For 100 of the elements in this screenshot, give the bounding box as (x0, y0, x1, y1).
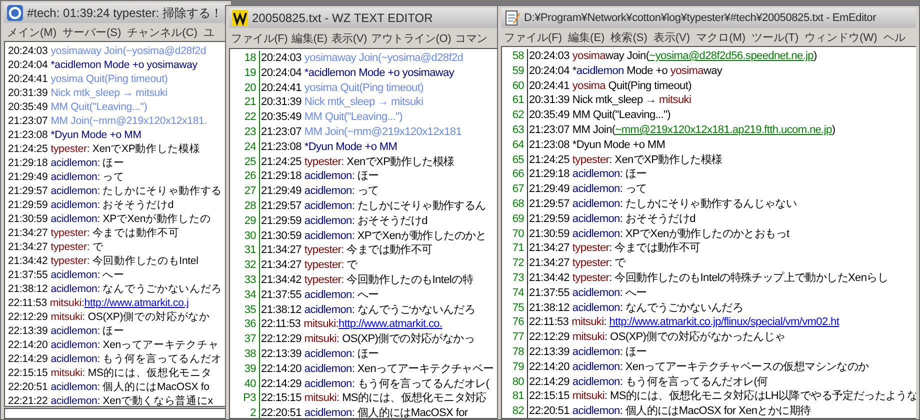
menu-item[interactable]: ファイル(F) (229, 30, 290, 46)
timestamp: 21:23:07 (8, 115, 48, 127)
timestamp: 21:34:27 (8, 227, 48, 239)
menu-item[interactable]: 表示(V) (329, 30, 369, 46)
timestamp: 22:14:29 (261, 378, 302, 390)
line-number: 29 (230, 214, 260, 229)
timestamp: 21:24:25 (261, 156, 302, 168)
timestamp: 20:24:04 (529, 64, 570, 77)
timestamp: 21:23:08 (261, 140, 302, 153)
line-number: 69 (502, 212, 528, 227)
nickname: mitsuki (659, 94, 692, 106)
timestamp: 22:11:53 (529, 316, 569, 328)
log-text: なんでうごかないんだろ (356, 304, 476, 316)
line-number: 19 (230, 66, 260, 81)
menu-item[interactable]: 編集(E) (290, 30, 330, 46)
line-number: 40 (230, 376, 260, 392)
log-text: : って (620, 183, 647, 196)
nickname: acidlemon (572, 405, 620, 418)
log-text: MM Quit("Leaving...") (572, 109, 671, 122)
timestamp: 20:31:39 (261, 96, 302, 108)
timestamp: 21:29:18 (529, 168, 570, 180)
timestamp: 21:29:18 (261, 170, 302, 182)
timestamp: 21:37:55 (529, 286, 570, 299)
timestamp: 21:30:59 (261, 230, 302, 242)
timestamp: 22:14:29 (529, 376, 570, 388)
line-number: 65 (502, 152, 528, 168)
menu-item[interactable]: ファイル(F) (501, 28, 566, 46)
message-input-field[interactable] (4, 408, 228, 419)
timestamp: 20:24:03 (8, 45, 48, 57)
timestamp: 22:11:53 (261, 318, 301, 330)
log-text: yosima Quit(Ping timeout) (304, 82, 424, 94)
log-text: : ほー (620, 168, 647, 180)
timestamp: 21:24:25 (8, 143, 48, 155)
nickname: mitsuki (572, 316, 604, 328)
line-number: 60 (502, 78, 528, 94)
nickname: acidlemon: (304, 288, 355, 301)
timestamp: 21:34:42 (261, 274, 302, 286)
line-number: 61 (502, 93, 528, 108)
log-link[interactable]: ~yosima@d28f2d56.speednet.ne.jp (649, 50, 814, 62)
menu-item[interactable]: サーバー(S) (60, 24, 124, 40)
menu-item[interactable]: コマン (453, 30, 490, 46)
nickname: acidlemon: (50, 381, 100, 393)
log-text: ほー (102, 325, 124, 337)
line-number: 24 (230, 140, 260, 155)
line-number: 76 (502, 315, 528, 330)
nickname: acidlemon: (50, 199, 100, 211)
line-number: 20 (230, 80, 260, 96)
nickname: mitsuki (572, 331, 605, 344)
nickname: typester (572, 154, 610, 166)
timestamp: 22:12:29 (529, 331, 570, 344)
nickname: acidlemon (572, 212, 620, 225)
log-text: ) (832, 124, 836, 136)
log-text: *acidlemon Mode +o yosimaway (304, 66, 454, 79)
nickname: acidlemon: (50, 171, 100, 183)
log-text: MM Quit("Leaving...") (304, 111, 403, 124)
line-number: 26 (230, 169, 260, 184)
timestamp: 21:23:07 (529, 124, 570, 136)
timestamp: 21:23:07 (261, 126, 302, 138)
zigzag-logo-icon (232, 10, 248, 26)
menu-item[interactable]: ヘル (880, 28, 908, 46)
timestamp: 22:14:20 (529, 360, 570, 373)
menu-item[interactable]: チャンネル(C) (124, 24, 200, 40)
menu-item[interactable]: 検索(S) (608, 28, 650, 46)
nickname: acidlemon: (304, 362, 355, 375)
nickname: acidlemon: (50, 339, 100, 351)
menu-item[interactable]: マクロ(M) (693, 28, 749, 46)
menu-item[interactable]: メイン(M) (4, 24, 60, 40)
line-number: 30 (230, 228, 260, 244)
menu-item[interactable]: ユ (200, 24, 218, 40)
log-text: *acidlemon Mode +o yosimaway (50, 59, 198, 71)
line-number: 21 (230, 95, 260, 110)
menu-item[interactable]: アウトライン(O) (369, 30, 454, 46)
menu-item[interactable]: ウィンドウ(W) (802, 28, 880, 46)
log-text: : 個人的にはMacOSX for Xenとかに期待 (620, 405, 811, 418)
nickname: yosima (670, 64, 704, 77)
log-link[interactable]: http://www.atmarkit.co. (338, 318, 442, 330)
log-link[interactable]: http://www.atmarkit.co.jp/flinux/special/vm/vm02.ht (609, 316, 840, 328)
log-text: XenでXP動作した模様 (91, 143, 200, 155)
nickname: typester: (304, 259, 344, 272)
log-text: もう何を言ってるんだオ (102, 353, 222, 365)
menu-item[interactable]: 表示(V) (650, 28, 694, 46)
log-text: yosimaway Join(~yosima@d28f2d (304, 52, 464, 64)
nickname: acidlemon: (50, 325, 100, 337)
log-text: MM Join( (572, 124, 616, 136)
log-text: で (91, 241, 104, 253)
nickname: mitsuki: (50, 367, 86, 379)
nickname: yosima (572, 80, 606, 92)
log-text: yosima Quit(Ping timeout) (50, 73, 168, 85)
nickname: acidlemon (572, 376, 620, 388)
menu-item[interactable]: 編集(E) (565, 28, 608, 46)
line-number: 66 (502, 167, 528, 182)
line-number: 67 (502, 182, 528, 197)
log-link[interactable]: http://www.atmarkit.co.j (84, 297, 189, 309)
nickname: acidlemon: (304, 185, 355, 198)
menu-item[interactable]: ツール(T) (748, 28, 802, 46)
log-text: way Join( (605, 50, 650, 62)
log-link[interactable]: ~mm@219x120x12x181.ap219.ftth.ucom.ne.jp (615, 124, 832, 136)
timestamp: 21:34:27 (261, 244, 302, 256)
nickname: acidlemon: (304, 304, 355, 316)
nickname: acidlemon (572, 183, 620, 196)
